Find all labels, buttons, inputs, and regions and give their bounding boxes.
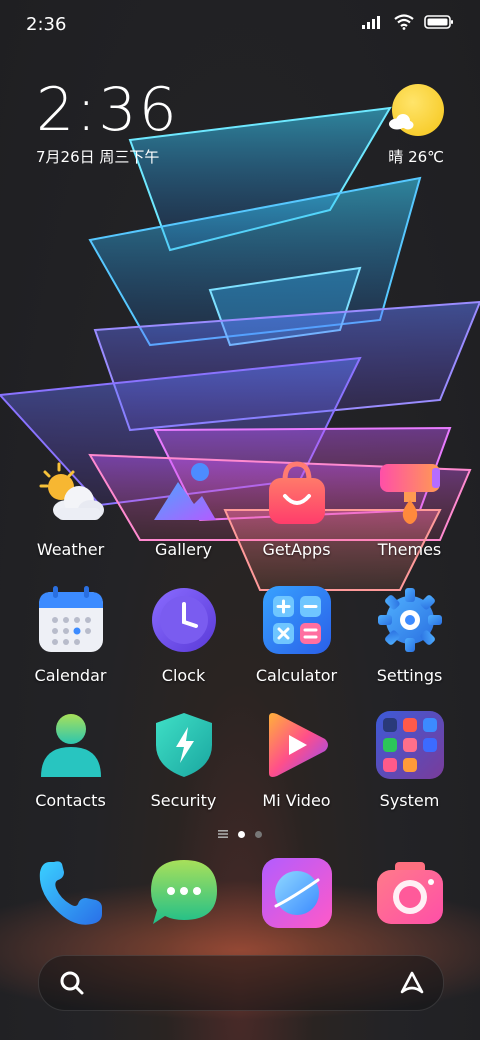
search-bar[interactable]	[38, 955, 444, 1011]
phone-icon	[39, 861, 102, 925]
wifi-icon	[394, 14, 414, 30]
app-label: GetApps	[262, 540, 331, 559]
dock-messages[interactable]	[127, 858, 240, 928]
app-label: Calendar	[34, 666, 107, 685]
app-gallery[interactable]: Gallery	[127, 460, 240, 559]
assistant-icon[interactable]	[399, 970, 425, 996]
app-label: Contacts	[35, 791, 106, 810]
dock-phone[interactable]	[14, 858, 127, 928]
app-mi-video[interactable]: Mi Video	[240, 711, 353, 810]
app-label: Security	[150, 791, 217, 810]
clock-icon	[151, 588, 216, 652]
app-security[interactable]: Security	[127, 711, 240, 810]
app-row-3: Contacts Security Mi Video System	[0, 711, 480, 810]
app-settings[interactable]: Settings	[353, 586, 466, 685]
search-icon	[60, 971, 84, 995]
weather-icon	[39, 462, 104, 520]
dock-browser[interactable]	[240, 858, 353, 928]
clock-widget-date: 7月26日 周三下午	[36, 148, 160, 166]
status-time: 2:36	[26, 14, 67, 35]
app-system-folder[interactable]: System	[353, 711, 466, 810]
status-bar: 2:36	[0, 0, 480, 50]
security-icon	[155, 713, 212, 777]
app-row-2: Calendar Clock Calculator Settings	[0, 586, 480, 685]
getapps-icon	[268, 461, 325, 524]
app-label: Themes	[377, 540, 442, 559]
calendar-icon	[38, 586, 103, 652]
app-label: Clock	[161, 666, 206, 685]
settings-icon	[377, 588, 442, 652]
app-label: Mi Video	[262, 791, 331, 810]
weather-widget[interactable]: 晴 26℃	[354, 84, 444, 170]
app-getapps[interactable]: GetApps	[240, 460, 353, 559]
signal-icon	[362, 16, 380, 29]
app-calendar[interactable]: Calendar	[14, 586, 127, 685]
cloud-icon	[389, 114, 414, 130]
messages-icon	[150, 860, 217, 924]
app-label: Gallery	[155, 540, 212, 559]
calculator-icon	[262, 586, 331, 654]
app-contacts[interactable]: Contacts	[14, 711, 127, 810]
page-indicator[interactable]	[0, 830, 480, 838]
app-themes[interactable]: Themes	[353, 460, 466, 559]
menu-lines-icon	[218, 830, 228, 838]
contacts-icon	[40, 714, 101, 777]
browser-icon	[261, 858, 332, 928]
themes-icon	[379, 464, 440, 524]
system-folder-icon	[375, 711, 444, 779]
app-label: Weather	[36, 540, 105, 559]
weather-text: 晴 26℃	[388, 148, 444, 166]
camera-icon	[376, 862, 443, 924]
app-label: System	[379, 791, 440, 810]
page-dot-active	[238, 830, 245, 838]
dock	[0, 858, 480, 928]
app-label: Calculator	[255, 666, 338, 685]
app-weather[interactable]: Weather	[14, 460, 127, 559]
clock-widget-time[interactable]: 2:36	[36, 80, 179, 140]
app-clock[interactable]: Clock	[127, 586, 240, 685]
app-calculator[interactable]: Calculator	[240, 586, 353, 685]
mi-video-icon	[268, 713, 328, 777]
app-row-1: Weather Gallery GetApps Themes	[0, 460, 480, 559]
gallery-icon	[153, 463, 216, 520]
battery-icon	[424, 15, 453, 29]
app-label: Settings	[376, 666, 443, 685]
page-dot	[255, 830, 262, 838]
dock-camera[interactable]	[353, 858, 466, 928]
